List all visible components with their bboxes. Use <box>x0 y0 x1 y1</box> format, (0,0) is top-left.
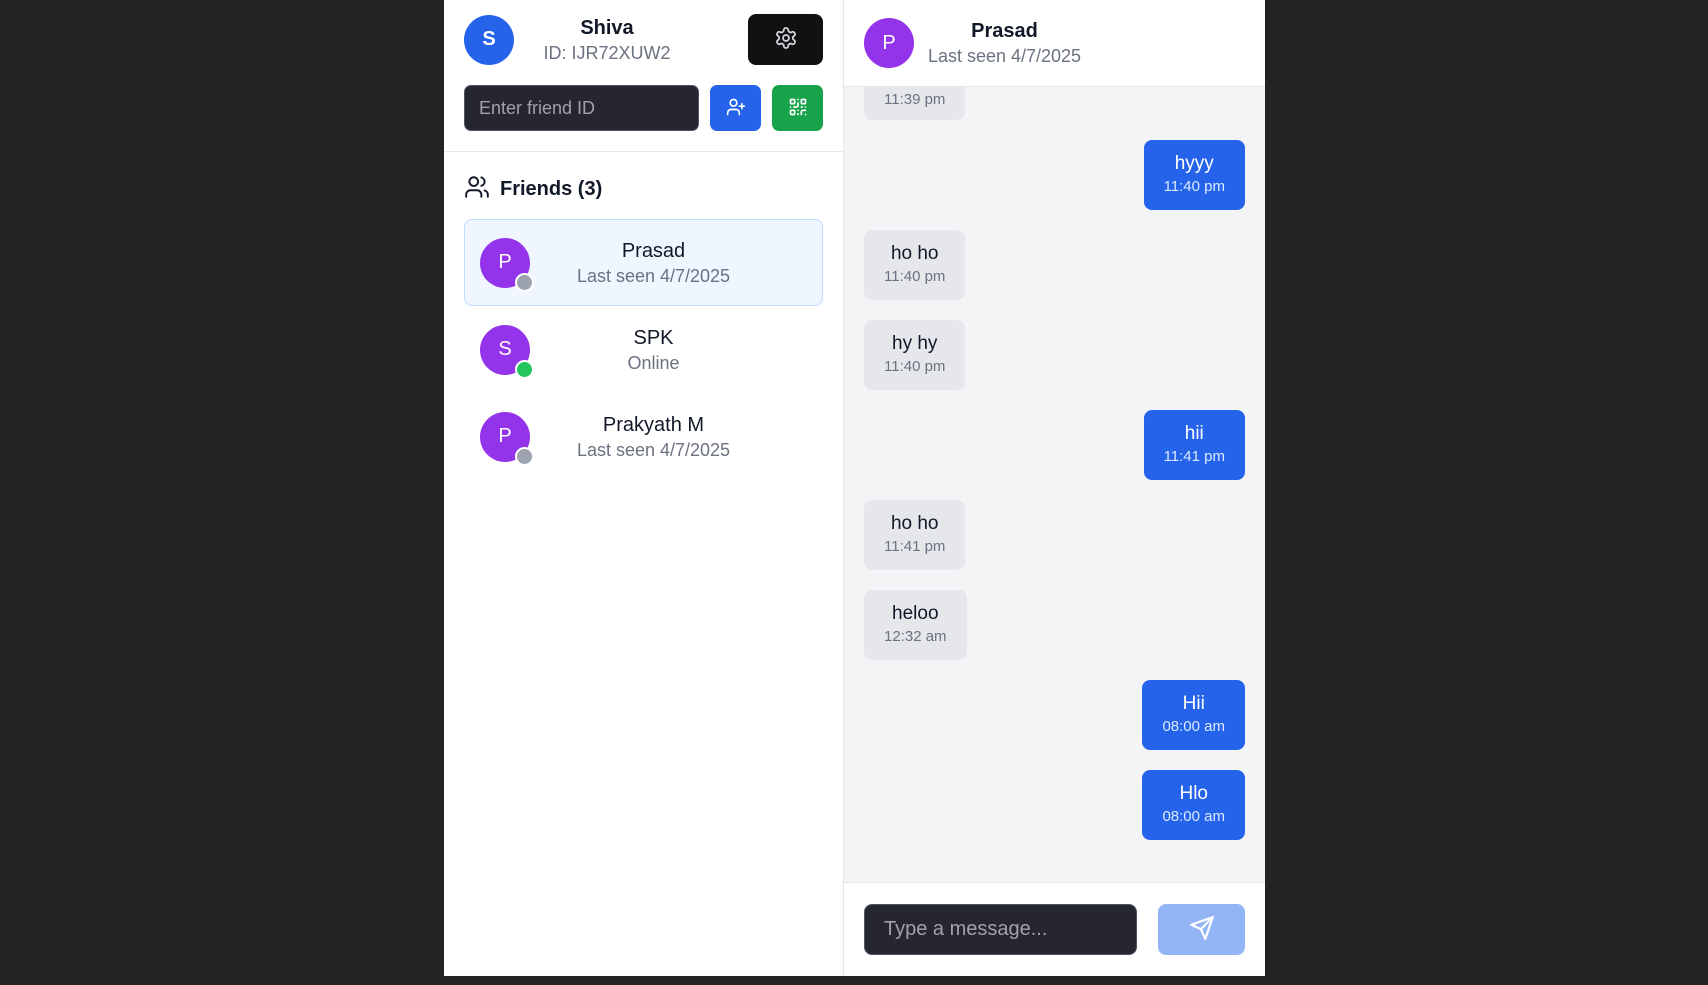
received-message: hy hy 11:40 pm <box>864 320 966 390</box>
qr-code-icon <box>788 97 808 120</box>
message-time: 08:00 am <box>1162 718 1225 735</box>
message-row: hii 11:41 pm <box>864 410 1245 480</box>
message-text: Hii <box>1182 693 1205 714</box>
add-friend-button[interactable] <box>710 85 761 131</box>
message-composer <box>844 882 1265 976</box>
sidebar: S Shiva ID: IJR72XUW2 Enter friend ID Fr… <box>444 0 844 976</box>
sent-message: hyyy 11:40 pm <box>1143 140 1245 210</box>
message-time: 11:39 pm <box>884 91 946 108</box>
friend-item[interactable]: S SPK Online <box>464 306 823 393</box>
friend-item[interactable]: P Prasad Last seen 4/7/2025 <box>464 219 823 306</box>
friend-status: Online <box>627 352 680 373</box>
message-text: hyyy <box>1174 153 1214 174</box>
presence-dot <box>515 446 534 466</box>
message-time: 11:41 pm <box>1163 448 1225 465</box>
user-avatar-initial: S <box>482 28 496 50</box>
friend-avatar: P <box>480 411 534 466</box>
settings-button[interactable] <box>748 14 823 65</box>
friend-info: Prakyath M Last seen 4/7/2025 <box>530 412 807 462</box>
chat-avatar: P <box>864 18 914 68</box>
message-row: hyyy 11:40 pm <box>864 140 1245 210</box>
friend-list: P Prasad Last seen 4/7/2025 S SPK Online P Prak… <box>464 219 823 480</box>
message-time: 11:40 pm <box>1163 178 1225 195</box>
friends-title: Friends (3) <box>500 178 603 200</box>
message-row: ho ho 11:40 pm <box>864 230 1245 300</box>
app-window: S Shiva ID: IJR72XUW2 Enter friend ID Fr… <box>444 0 1265 976</box>
profile-header: S Shiva ID: IJR72XUW2 <box>444 0 843 152</box>
user-plus-icon <box>726 97 746 120</box>
user-avatar: S <box>464 14 514 65</box>
chat-header: P Prasad Last seen 4/7/2025 <box>844 0 1265 87</box>
chat-contact-name: Prasad <box>971 20 1038 42</box>
presence-dot <box>515 359 534 379</box>
received-message: 11:39 pm <box>864 87 966 120</box>
sent-message: hii 11:41 pm <box>1143 410 1245 480</box>
message-text: ho ho <box>890 243 939 264</box>
gear-icon <box>774 26 798 53</box>
friend-name: Prasad <box>621 239 686 262</box>
friend-info: Prasad Last seen 4/7/2025 <box>530 238 807 288</box>
presence-dot <box>515 272 534 292</box>
chat-panel: P Prasad Last seen 4/7/2025 11:39 pm hyyy… <box>844 0 1265 976</box>
message-time: 11:40 pm <box>884 268 946 285</box>
users-icon <box>464 174 490 205</box>
friend-avatar: P <box>480 237 534 292</box>
chat-avatar-initial: P <box>882 31 896 54</box>
add-friend-row <box>464 85 823 131</box>
message-list[interactable]: 11:39 pm hyyy 11:40 pm ho ho 11:40 pm hy hy 11… <box>844 87 1265 882</box>
message-row: heloo 12:32 am <box>864 590 1245 660</box>
received-message: ho ho 11:41 pm <box>864 500 966 570</box>
received-message: ho ho 11:40 pm <box>864 230 966 300</box>
friend-status: Last seen 4/7/2025 <box>576 265 731 286</box>
friend-status: Last seen 4/7/2025 <box>576 439 731 460</box>
chat-contact-status: Last seen 4/7/2025 <box>927 46 1082 66</box>
friend-avatar-initial: P <box>498 251 512 273</box>
message-time: 11:41 pm <box>884 538 946 555</box>
friend-name: Prakyath M <box>602 413 705 436</box>
message-input[interactable] <box>864 904 1137 955</box>
friend-name: SPK <box>633 326 674 349</box>
friends-section: Friends (3) P Prasad Last seen 4/7/2025 S SP… <box>444 152 843 502</box>
friend-avatar-initial: S <box>498 338 512 360</box>
friends-heading: Friends (3) <box>464 174 823 205</box>
friend-info: SPK Online <box>530 325 807 375</box>
message-time: 08:00 am <box>1162 808 1225 825</box>
received-message: heloo 12:32 am <box>864 590 967 660</box>
profile-id: ID: IJR72XUW2 <box>543 42 671 63</box>
sent-message: Hlo 08:00 am <box>1142 770 1245 840</box>
message-row: Hlo 08:00 am <box>864 770 1245 840</box>
friend-avatar-initial: P <box>498 425 512 447</box>
message-text: Hlo <box>1179 783 1208 804</box>
message-row: 11:39 pm <box>864 87 1245 120</box>
qr-code-button[interactable] <box>772 85 823 131</box>
friend-avatar: S <box>480 324 534 379</box>
message-text: hy hy <box>892 333 938 354</box>
profile-info: Shiva ID: IJR72XUW2 <box>514 15 748 65</box>
chat-contact-info: Prasad Last seen 4/7/2025 <box>914 18 1245 68</box>
message-row: hy hy 11:40 pm <box>864 320 1245 390</box>
send-icon <box>1189 915 1215 944</box>
message-row: ho ho 11:41 pm <box>864 500 1245 570</box>
send-button[interactable] <box>1158 904 1245 955</box>
message-time: 12:32 am <box>884 628 947 645</box>
message-text: heloo <box>892 603 939 624</box>
sent-message: Hii 08:00 am <box>1142 680 1245 750</box>
message-text: ho ho <box>890 513 939 534</box>
message-time: 11:40 pm <box>884 358 946 375</box>
friend-item[interactable]: P Prakyath M Last seen 4/7/2025 <box>464 393 823 480</box>
message-text: hii <box>1184 423 1204 444</box>
message-row: Hii 08:00 am <box>864 680 1245 750</box>
friend-id-input[interactable] <box>464 85 699 131</box>
profile-name: Shiva <box>580 16 634 39</box>
